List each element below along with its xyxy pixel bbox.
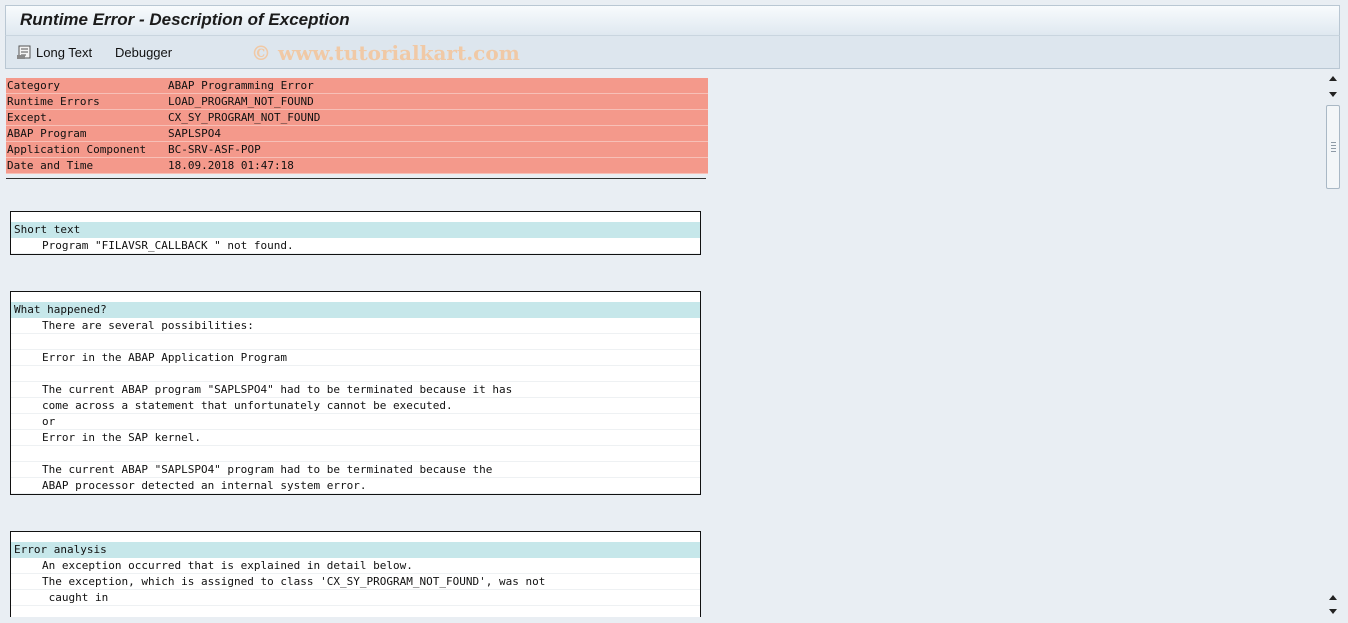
header-info-row: Category ABAP Programming Error [6,78,708,94]
what-happened-section: What happened? There are several possibil… [10,291,701,495]
long-text-label: Long Text [36,45,93,60]
section-text-line: Error in the ABAP Application Program [11,350,700,366]
vertical-scrollbar[interactable] [1325,70,1341,617]
header-info-value: SAPLSPO4 [168,127,221,140]
scroll-page-up-arrow-icon[interactable] [1325,591,1341,605]
long-text-icon [17,45,31,59]
watermark: © www.tutorialkart.com [251,41,520,65]
header-info-row: ABAP Program SAPLSPO4 [6,126,708,142]
scroll-page-down-arrow-icon[interactable] [1325,604,1341,618]
header-info-value: LOAD_PROGRAM_NOT_FOUND [168,95,314,108]
scrollbar-grip-icon [1331,142,1336,152]
section-text-line: Error in the SAP kernel. [11,430,700,446]
header-info-value: 18.09.2018 01:47:18 [168,159,294,172]
application-toolbar: Long Text Debugger © www.tutorialkart.co… [5,35,1340,69]
header-info-key: Runtime Errors [7,95,100,108]
header-info-key: Category [7,79,60,92]
header-info-row: Date and Time 18.09.2018 01:47:18 [6,158,708,174]
section-heading: What happened? [11,302,700,318]
section-text-line: There are several possibilities: [11,318,700,334]
header-info-value: BC-SRV-ASF-POP [168,143,261,156]
header-info-value: ABAP Programming Error [168,79,314,92]
header-info-value: CX_SY_PROGRAM_NOT_FOUND [168,111,321,124]
title-bar: Runtime Error - Description of Exception [5,5,1340,35]
section-text-line: come across a statement that unfortunate… [11,398,700,414]
short-text-section: Short text Program "FILAVSR_CALLBACK " no… [10,211,701,255]
debugger-label: Debugger [115,45,173,60]
section-text-line [11,446,700,462]
runtime-error-content: Category ABAP Programming Error Runtime Er… [0,70,1324,617]
error-analysis-section: Error analysis An exception occurred that… [10,531,701,617]
window-title: Runtime Error - Description of Exception [20,10,350,29]
scrollbar-thumb[interactable] [1326,105,1340,189]
section-text-line: ABAP processor detected an internal syst… [11,478,700,494]
section-text-line: Program "FILAVSR_CALLBACK " not found. [11,238,700,254]
section-text-line: caught in [11,590,700,606]
section-heading: Error analysis [11,542,700,558]
section-text-line [11,334,700,350]
section-text-line [11,366,700,382]
header-info-row: Runtime Errors LOAD_PROGRAM_NOT_FOUND [6,94,708,110]
section-text-line: An exception occurred that is explained … [11,558,700,574]
header-info-key: Except. [7,111,54,124]
section-text-line: The current ABAP program "SAPLSPO4" had … [11,382,700,398]
header-info-key: Application Component [7,143,147,156]
header-info-key: ABAP Program [7,127,87,140]
section-text-line: or [11,414,700,430]
scroll-up-arrow-icon[interactable] [1325,72,1341,86]
long-text-button[interactable]: Long Text [17,45,92,60]
scroll-down-arrow-icon[interactable] [1325,87,1341,101]
header-info-key: Date and Time [7,159,94,172]
header-info-row: Except. CX_SY_PROGRAM_NOT_FOUND [6,110,708,126]
header-divider [6,178,706,179]
debugger-button[interactable]: Debugger [115,45,172,60]
error-header-table: Category ABAP Programming Error Runtime Er… [6,78,708,174]
section-text-line: The exception, which is assigned to clas… [11,574,700,590]
header-info-row: Application Component BC-SRV-ASF-POP [6,142,708,158]
section-heading: Short text [11,222,700,238]
section-text-line: The current ABAP "SAPLSPO4" program had … [11,462,700,478]
